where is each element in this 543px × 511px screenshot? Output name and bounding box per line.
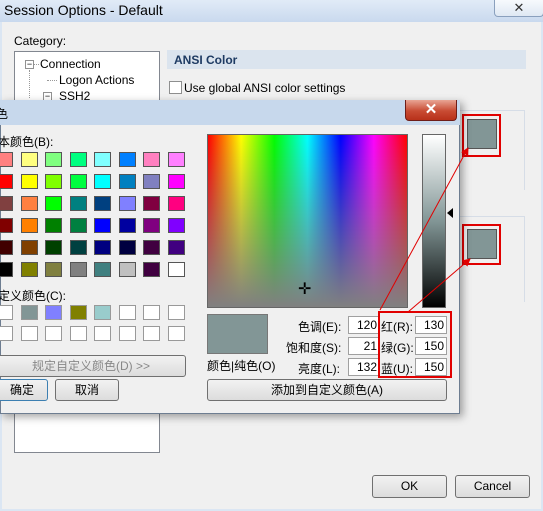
arrow-to-bold-swatch: [407, 258, 471, 313]
arrow-to-normal-swatch: [379, 147, 469, 311]
annotation-arrows: [379, 147, 471, 313]
